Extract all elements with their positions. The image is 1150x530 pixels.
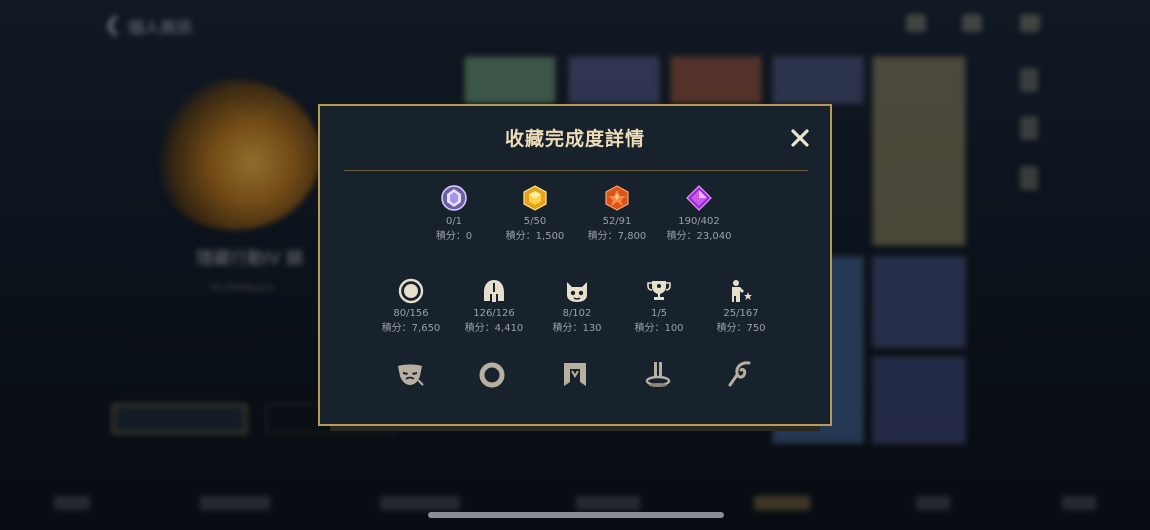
- poro-face-icon: [567, 282, 587, 302]
- gem-count: 190/402: [678, 216, 720, 227]
- skin-card[interactable]: [568, 56, 660, 104]
- friends-icon[interactable]: [1020, 14, 1040, 32]
- pose-emote-icon: [732, 280, 752, 302]
- rail-icon[interactable]: [1020, 166, 1038, 190]
- bottom-tab-active[interactable]: [754, 496, 810, 510]
- platform-icon[interactable]: [642, 358, 674, 390]
- ward-icon[interactable]: [725, 358, 757, 390]
- skin-card[interactable]: [872, 56, 966, 246]
- banner-frame-icon[interactable]: [559, 358, 591, 390]
- helmet-icon: [484, 280, 504, 302]
- modal-title: 收藏完成度詳情: [504, 128, 645, 150]
- skin-card[interactable]: [872, 356, 966, 444]
- gem-score: 積分：23,040: [666, 231, 732, 242]
- ring-icon[interactable]: [476, 358, 508, 390]
- close-button[interactable]: [786, 124, 814, 152]
- store-icon[interactable]: [906, 14, 926, 32]
- bottom-tab[interactable]: [200, 496, 270, 510]
- category-score: 積分：750: [716, 323, 766, 334]
- collection-details-modal: 收藏完成度詳情 0/1 積分：0 5/50 積分：1,500 52/91 積分：…: [318, 104, 832, 426]
- profile-emblem: [150, 80, 320, 230]
- gem-stat-purple: 190/402 積分：23,040: [649, 184, 749, 243]
- skin-card[interactable]: [772, 56, 864, 104]
- close-icon: [791, 129, 809, 147]
- skin-card[interactable]: [464, 56, 556, 104]
- bottom-tab[interactable]: [576, 496, 640, 510]
- champion-circle-icon: [398, 278, 424, 304]
- rail-icon[interactable]: [1020, 68, 1038, 92]
- skin-card[interactable]: [872, 256, 966, 348]
- back-icon[interactable]: ❮: [104, 12, 121, 36]
- title-divider: [344, 170, 808, 171]
- skin-card[interactable]: [670, 56, 762, 104]
- rarity-gem-orange-icon: [605, 185, 629, 211]
- page-title: 個人資訊: [128, 18, 193, 37]
- trophy-icon: [647, 281, 671, 300]
- left-action-button[interactable]: [112, 404, 247, 434]
- category-count: 25/167: [723, 308, 759, 319]
- bottom-tab[interactable]: [380, 496, 460, 510]
- home-indicator[interactable]: [428, 512, 724, 518]
- rarity-diamond-purple-white-icon: [441, 185, 467, 211]
- category-stat-poses: 25/167 積分：750: [691, 278, 791, 335]
- top-bar: ❮ 個人資訊: [0, 0, 1150, 48]
- bottom-nav: [0, 488, 1150, 530]
- bottom-tab[interactable]: [54, 496, 90, 510]
- profile-name: 隱藏行動IV 韻: [196, 249, 304, 269]
- mask-icon[interactable]: [394, 358, 426, 390]
- bottom-tab[interactable]: [916, 496, 950, 510]
- chat-icon[interactable]: [962, 14, 982, 32]
- rail-icon[interactable]: [1020, 116, 1038, 140]
- bottom-tab[interactable]: [1062, 496, 1096, 510]
- profile-subtitle: Ss.Adoby.pxr: [210, 282, 275, 293]
- rarity-gem-purple-icon: [686, 185, 712, 211]
- rarity-gem-gold-icon: [523, 185, 547, 211]
